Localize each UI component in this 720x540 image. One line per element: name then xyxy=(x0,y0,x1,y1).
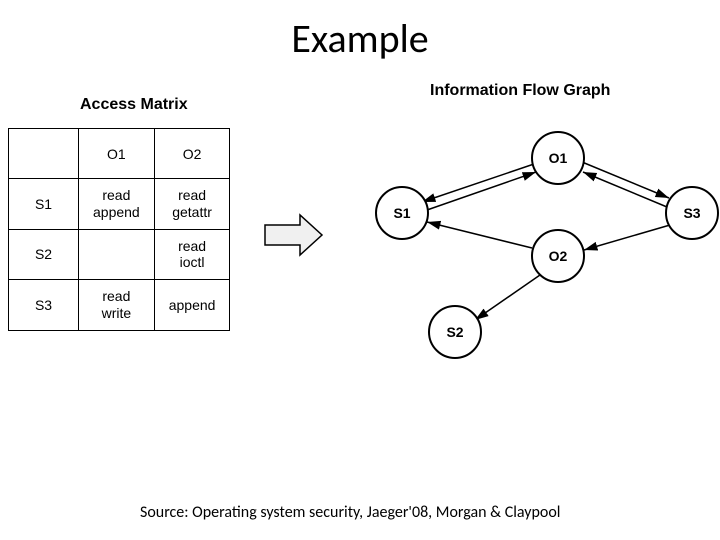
node-o2: O2 xyxy=(532,230,584,282)
node-s1: S1 xyxy=(376,187,428,239)
matrix-row-s2: S2 xyxy=(9,229,79,280)
matrix-cell-s3-o2: append xyxy=(154,280,230,331)
access-matrix-table: O1 O2 S1 read append read getattr S2 rea… xyxy=(8,128,230,331)
matrix-row-s3: S3 xyxy=(9,280,79,331)
node-o1: O1 xyxy=(532,132,584,184)
svg-text:S2: S2 xyxy=(446,324,463,340)
matrix-col-o1: O1 xyxy=(79,129,155,179)
matrix-row-s1: S1 xyxy=(9,179,79,230)
svg-text:O2: O2 xyxy=(549,248,568,264)
matrix-cell-s2-o1 xyxy=(79,229,155,280)
matrix-cell-s2-o2: read ioctl xyxy=(154,229,230,280)
matrix-cell-s1-o1: read append xyxy=(79,179,155,230)
svg-text:S3: S3 xyxy=(683,205,700,221)
matrix-title: Access Matrix xyxy=(80,96,188,114)
svg-text:S1: S1 xyxy=(393,205,410,221)
matrix-cell-s1-o2: read getattr xyxy=(154,179,230,230)
source-citation: Source: Operating system security, Jaege… xyxy=(140,503,560,522)
arrow-icon xyxy=(260,210,330,260)
svg-text:O1: O1 xyxy=(549,150,568,166)
matrix-cell-s3-o1: read write xyxy=(79,280,155,331)
node-s3: S3 xyxy=(666,187,718,239)
slide-title: Example xyxy=(0,14,720,63)
matrix-col-o2: O2 xyxy=(154,129,230,179)
matrix-corner xyxy=(9,129,79,179)
information-flow-graph: S1 O1 O2 S3 S2 xyxy=(330,110,720,370)
node-s2: S2 xyxy=(429,306,481,358)
graph-title: Information Flow Graph xyxy=(430,82,610,100)
